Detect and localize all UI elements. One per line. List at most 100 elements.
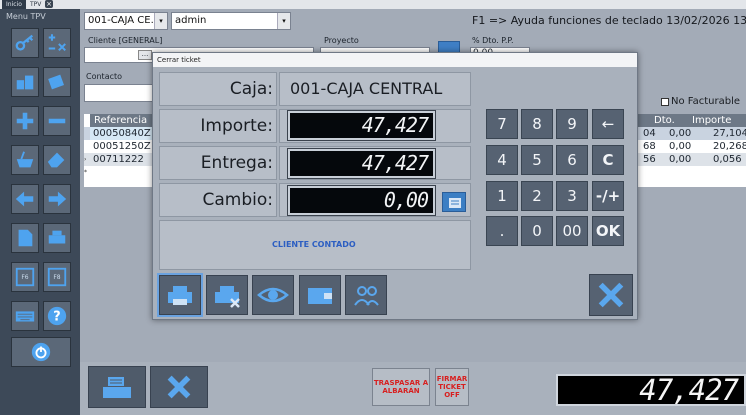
f6-label: F6 <box>21 273 29 281</box>
key-6[interactable]: 6 <box>556 145 588 175</box>
no-facturable-label: No Facturable <box>671 96 741 107</box>
clients-button[interactable] <box>345 275 387 315</box>
close-icon <box>598 282 624 308</box>
printer-icon <box>168 286 192 305</box>
users-icon <box>354 286 379 306</box>
arrow-left-icon <box>15 191 34 207</box>
entrega-display[interactable]: 47,427 <box>287 148 436 179</box>
subtract-button[interactable] <box>43 106 71 136</box>
key-8[interactable]: 8 <box>521 109 553 139</box>
tab-inicio[interactable]: Inicio <box>2 0 26 9</box>
importe-display: 47,427 <box>287 110 436 141</box>
key-7[interactable]: 7 <box>486 109 518 139</box>
ok-key[interactable]: OK <box>592 216 624 246</box>
close-dialog-button[interactable] <box>589 274 633 316</box>
user-select-value: admin <box>175 15 207 26</box>
checkbox-icon[interactable] <box>661 97 669 106</box>
key-0[interactable]: 0 <box>521 216 553 246</box>
minus-icon <box>48 118 66 124</box>
cards-icon <box>48 74 64 90</box>
dto-pp-label: % Dto. P.P. <box>472 36 514 45</box>
cancel-ticket-button[interactable] <box>150 366 208 408</box>
math-symbols-icon <box>48 34 66 52</box>
cliente-contado-text: CLIENTE CONTADO <box>272 240 356 249</box>
eye-icon <box>257 287 289 303</box>
cambio-label: Cambio: <box>159 183 277 217</box>
cell-dto: 0,00 <box>669 154 692 165</box>
keyboard-button[interactable] <box>11 301 39 331</box>
key-5[interactable]: 5 <box>521 145 553 175</box>
svg-text:?: ? <box>53 310 60 325</box>
calculator-icon <box>449 198 461 208</box>
document-button[interactable] <box>11 223 39 253</box>
printer-icon <box>48 230 66 244</box>
print-cancel-button[interactable] <box>206 275 248 315</box>
cliente-lookup-button[interactable]: ... <box>138 50 152 60</box>
key-4[interactable]: 4 <box>486 145 518 175</box>
document-icon <box>18 229 33 247</box>
cell-referencia: 00711222 <box>93 154 144 165</box>
cash-register-button[interactable] <box>88 366 146 408</box>
col-importe[interactable]: Importe <box>688 114 746 127</box>
delete-line-button[interactable] <box>43 145 71 175</box>
col-dto[interactable]: Dto. <box>650 114 692 127</box>
calculator-button[interactable] <box>43 28 71 58</box>
caja-select[interactable]: 001-CAJA CE... ▾ <box>84 12 168 30</box>
tab-close-icon[interactable]: × <box>45 0 53 8</box>
help-icon: ? <box>47 306 67 326</box>
help-hint: F1 => Ayuda funciones de teclado 13/02/2… <box>472 14 746 27</box>
traspasar-albaran-button[interactable]: TRASPASAR A ALBARÁN <box>372 368 430 406</box>
user-select[interactable]: admin ▾ <box>171 12 291 30</box>
backspace-key[interactable]: ← <box>592 109 624 139</box>
key-2[interactable]: 2 <box>521 181 553 211</box>
cliente-label: Cliente [GENERAL] <box>88 36 163 45</box>
dialog-title: Cerrar ticket <box>153 53 637 67</box>
printer-cancel-icon <box>215 286 240 308</box>
print-ticket-button[interactable] <box>157 273 203 317</box>
f6-button[interactable]: F6 <box>11 262 39 292</box>
arrow-right-icon <box>48 191 67 207</box>
boxes-icon <box>16 75 34 90</box>
power-icon <box>31 342 51 362</box>
cell-referencia: 00051250Z <box>93 141 151 152</box>
sign-key[interactable]: -/+ <box>592 181 624 211</box>
eraser-icon <box>47 152 65 168</box>
f8-label: F8 <box>53 273 61 281</box>
basket-button[interactable] <box>11 145 39 175</box>
previous-button[interactable] <box>11 184 39 214</box>
chevron-down-icon[interactable]: ▾ <box>277 13 290 29</box>
add-button[interactable] <box>11 106 39 136</box>
cell-qty: 56 <box>643 154 656 165</box>
key-3[interactable]: 3 <box>556 181 588 211</box>
decimal-key[interactable]: . <box>486 216 518 246</box>
key-icon <box>15 34 34 51</box>
payment-button[interactable] <box>299 275 341 315</box>
preview-button[interactable] <box>252 275 294 315</box>
f8-button[interactable]: F8 <box>43 262 71 292</box>
menu-title: Menu TPV <box>6 12 46 21</box>
importe-label: Importe: <box>159 109 277 143</box>
next-button[interactable] <box>43 184 71 214</box>
menu-panel: Menu TPV F6 F8 ? <box>0 9 80 415</box>
keys-button[interactable] <box>11 28 39 58</box>
products-button[interactable] <box>11 67 39 97</box>
key-1[interactable]: 1 <box>486 181 518 211</box>
print-menu-button[interactable] <box>43 223 71 253</box>
no-facturable-checkbox[interactable]: No Facturable <box>661 96 740 107</box>
new-row-marker: * <box>84 169 87 176</box>
help-button[interactable]: ? <box>43 301 71 331</box>
calculator-button-modal[interactable] <box>442 192 466 212</box>
key-00[interactable]: 00 <box>556 216 588 246</box>
power-button[interactable] <box>11 337 71 367</box>
proyecto-label: Proyecto <box>324 36 359 45</box>
key-9[interactable]: 9 <box>556 109 588 139</box>
firmar-ticket-button[interactable]: FIRMAR TICKET OFF <box>435 368 469 406</box>
cell-qty: 68 <box>643 141 656 152</box>
keyboard-icon <box>15 311 35 322</box>
tab-tpv[interactable]: TPV <box>26 0 45 9</box>
documents-button[interactable] <box>43 67 71 97</box>
caja-select-value: 001-CAJA CE... <box>88 15 161 26</box>
chevron-down-icon[interactable]: ▾ <box>154 13 167 29</box>
contacto-label: Contacto <box>86 72 123 81</box>
clear-key[interactable]: C <box>592 145 624 175</box>
